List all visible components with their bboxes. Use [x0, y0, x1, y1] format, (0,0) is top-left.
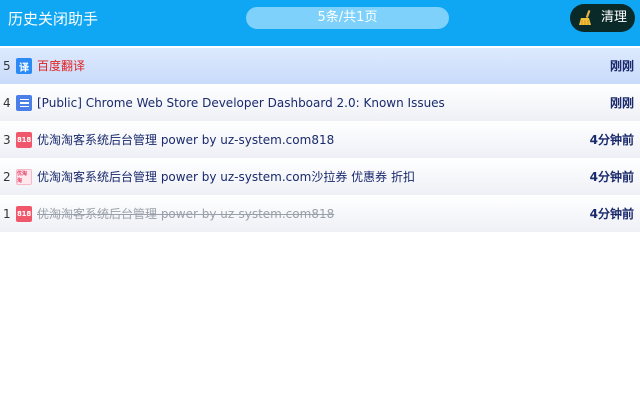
- row-time: 4分钟前: [589, 207, 634, 221]
- header-bar: 历史关闭助手 5条/共1页 清理: [0, 0, 640, 46]
- document-icon: [16, 95, 32, 111]
- row-time: 刚刚: [609, 59, 634, 73]
- row-title[interactable]: [Public] Chrome Web Store Developer Dash…: [37, 95, 640, 111]
- history-row[interactable]: 1 818 优淘淘客系统后台管理 power by uz-system.com8…: [0, 196, 640, 232]
- 818-icon: 818: [16, 132, 32, 148]
- row-title[interactable]: 优淘淘客系统后台管理 power by uz-system.com818: [37, 132, 640, 148]
- row-title[interactable]: 优淘淘客系统后台管理 power by uz-system.com沙拉券 优惠券…: [37, 169, 640, 185]
- history-row[interactable]: 4 [Public] Chrome Web Store Developer Da…: [0, 85, 640, 121]
- history-row[interactable]: 2 优淘淘 优淘淘客系统后台管理 power by uz-system.com沙…: [0, 159, 640, 195]
- clear-button[interactable]: 清理: [570, 4, 635, 32]
- 818-icon: 818: [16, 206, 32, 222]
- pager-badge: 5条/共1页: [246, 7, 449, 29]
- app-title: 历史关闭助手: [8, 10, 99, 28]
- history-row[interactable]: 3 818 优淘淘客系统后台管理 power by uz-system.com8…: [0, 122, 640, 158]
- row-title[interactable]: 优淘淘客系统后台管理 power by uz-system.com818: [37, 206, 640, 222]
- history-row[interactable]: 5 译 百度翻译 刚刚: [0, 48, 640, 84]
- coupon-icon: 优淘淘: [16, 169, 32, 185]
- row-index: 4: [3, 96, 11, 110]
- row-index: 1: [3, 207, 11, 221]
- translate-icon: 译: [16, 58, 32, 74]
- history-list: 5 译 百度翻译 刚刚 4 [Public] Chrome Web Store …: [0, 48, 640, 233]
- row-index: 3: [3, 133, 11, 147]
- row-time: 4分钟前: [589, 170, 634, 184]
- row-time: 4分钟前: [589, 133, 634, 147]
- broom-icon: [579, 10, 591, 25]
- clear-button-label: 清理: [601, 10, 628, 25]
- row-time: 刚刚: [609, 96, 634, 110]
- row-title[interactable]: 百度翻译: [37, 58, 640, 74]
- row-index: 5: [3, 59, 11, 73]
- row-index: 2: [3, 170, 11, 184]
